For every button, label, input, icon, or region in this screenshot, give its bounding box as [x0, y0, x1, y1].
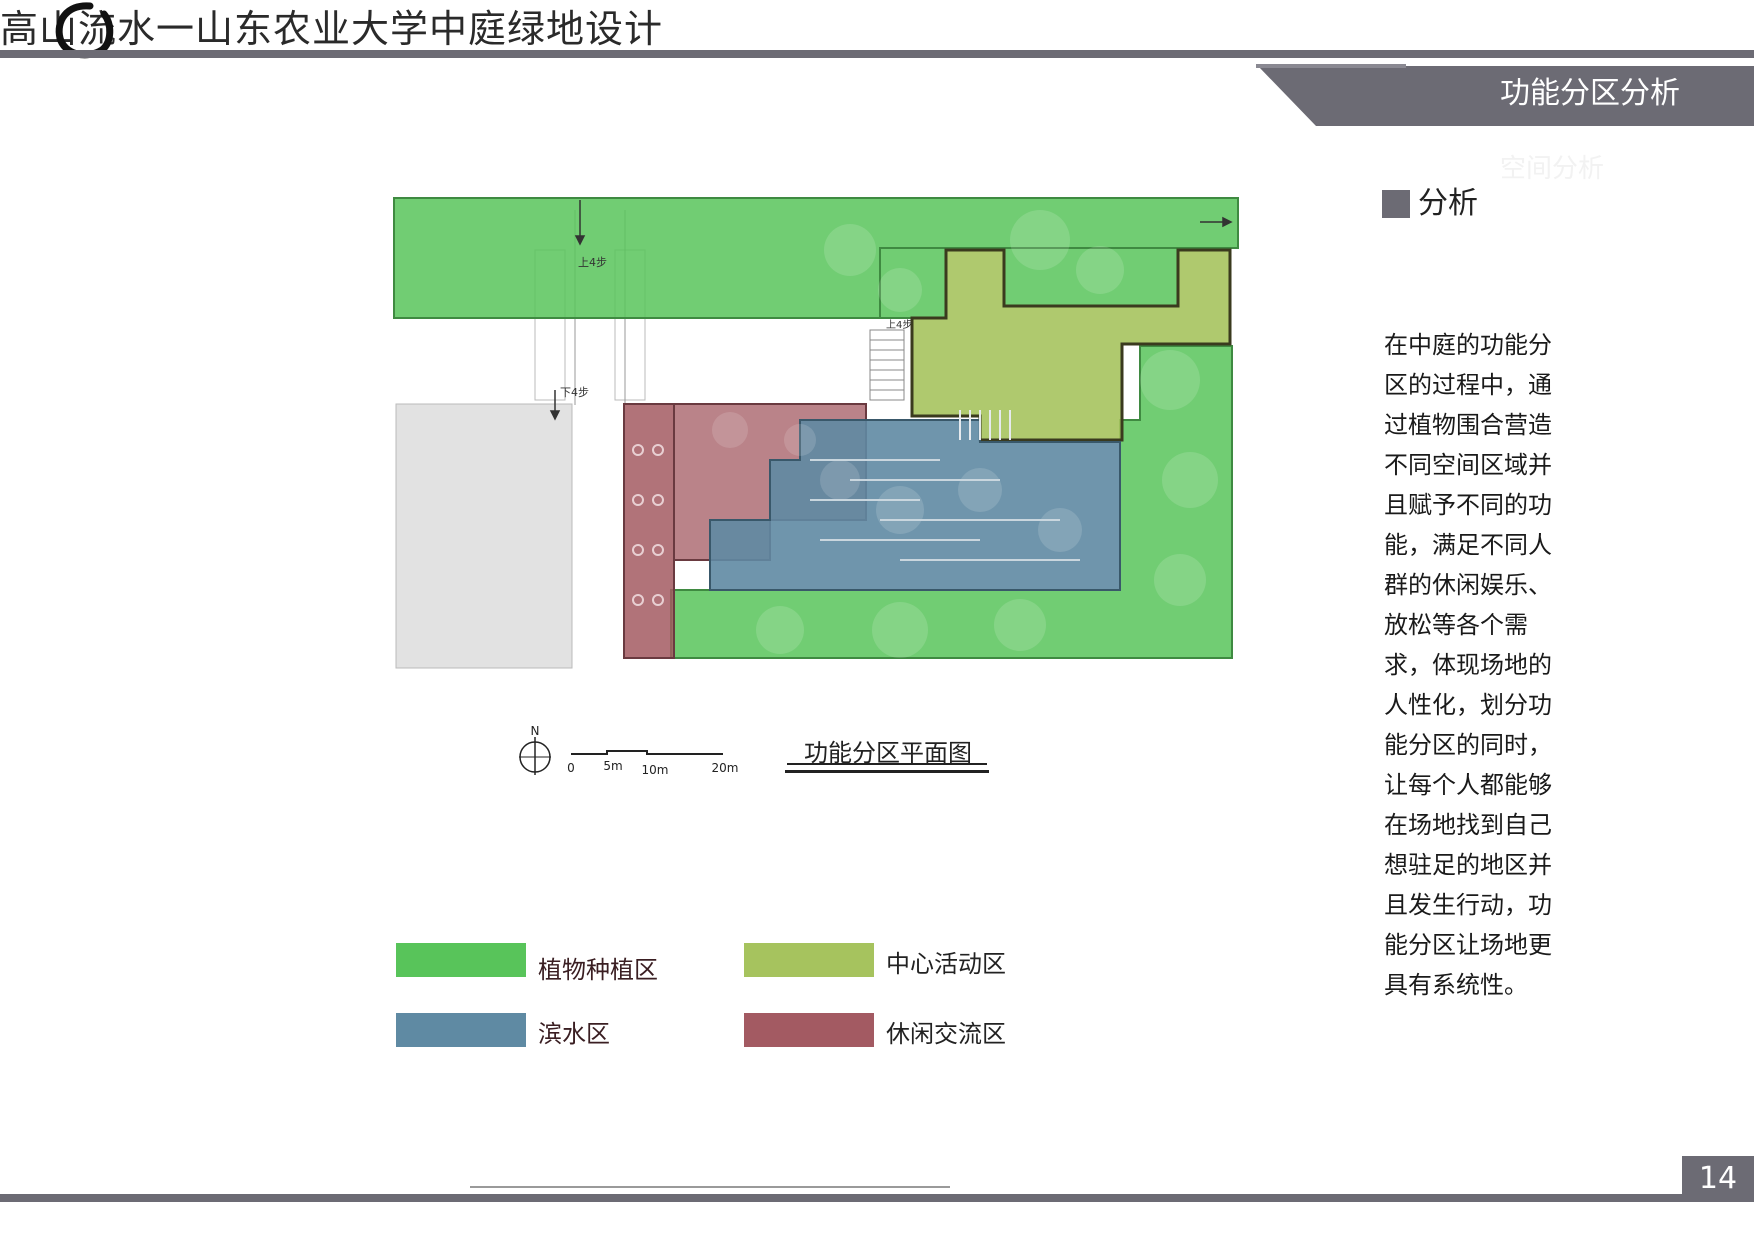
footer-bar: [0, 1194, 1754, 1202]
legend-swatch-water: [396, 1013, 526, 1047]
title-text: 一山东农业大学中庭绿地设计: [156, 7, 664, 51]
scale-label: 0: [567, 761, 575, 775]
legend-swatch-planting: [396, 943, 526, 977]
analysis-title: 分析: [1418, 186, 1478, 221]
footer-line: [470, 1186, 950, 1188]
zoning-plan: 上4步 下4步 上4步: [393, 197, 1239, 669]
north-arrow-icon: N: [519, 725, 551, 775]
analysis-text: 在中庭的功能分区的过程中，通过植物围合营造不同空间区域并且赋予不同的功能，满足不…: [1384, 331, 1552, 999]
legend-label: 滨水区: [538, 1020, 610, 1048]
step-down-label: 下4步: [560, 386, 589, 399]
building-block: [395, 403, 573, 669]
legend-swatch-center: [744, 943, 874, 977]
section-label: 功能分区分析: [1500, 76, 1680, 111]
legend-label: 休闲交流区: [886, 1020, 1006, 1048]
caption-underline: [787, 763, 987, 765]
tab-accent-line: [1256, 64, 1406, 68]
scale-label: 10m: [642, 763, 669, 777]
north-label: N: [531, 725, 540, 738]
analysis-marker: [1382, 190, 1410, 218]
ghost-label: 空间分析: [1500, 154, 1605, 184]
caption-underline: [785, 770, 989, 773]
legend-label: 中心活动区: [886, 950, 1006, 978]
scale-bar: 0 5m 10m 20m: [567, 750, 739, 777]
step-up-label: 上4步: [578, 256, 607, 269]
legend-swatch-leisure: [744, 1013, 874, 1047]
legend-label: 植物种植区: [538, 956, 658, 984]
zone-leisure: [623, 403, 675, 659]
step-right-label: 上4步: [886, 319, 912, 331]
header-bar: [0, 50, 1754, 58]
scale-label: 20m: [712, 761, 739, 775]
scale-label: 5m: [603, 759, 622, 773]
stairs: [869, 329, 905, 401]
